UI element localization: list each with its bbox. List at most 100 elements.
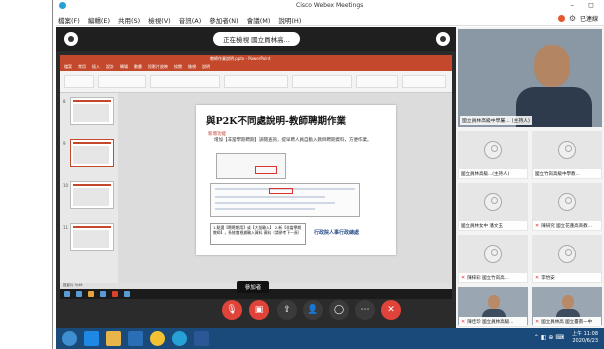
- app-icon[interactable]: [128, 331, 143, 346]
- clock-date: 2020/6/23: [572, 338, 598, 344]
- participant-name: 國立竹崗高級中學教...: [535, 171, 580, 177]
- speaker-face: [534, 45, 570, 87]
- participant-name: 陳研究 國立花蓮高商教...: [541, 223, 592, 229]
- powerpoint-icon: [112, 291, 118, 297]
- notification-dot-icon[interactable]: [557, 15, 565, 22]
- avatar-icon: [558, 193, 576, 211]
- taskbar-clock[interactable]: 上午 11:08 2020/6/23: [572, 331, 598, 345]
- end-meeting-button[interactable]: ✕: [381, 300, 401, 320]
- meeting-controls: 🎙 ▣ ⇪ 👤 ◯ ⋯ ✕: [167, 298, 407, 324]
- ppt-tab: 投影片放映: [148, 64, 168, 69]
- menu-file[interactable]: 檔案(F): [58, 15, 80, 25]
- mute-button[interactable]: 🎙: [222, 300, 242, 320]
- highlight-box: [269, 188, 293, 194]
- participant-caption: 國立員林高級...(主持人): [459, 169, 527, 178]
- ppt-tab: 轉場: [120, 64, 128, 69]
- slide-thumbnail[interactable]: [70, 97, 114, 125]
- menu-bar: 檔案(F) 編輯(E) 共用(S) 檢視(V) 音訊(A) 參加者(N) 會議(…: [56, 12, 604, 26]
- left-margin: [0, 0, 56, 349]
- ribbon-group: [224, 75, 288, 88]
- participant-tile[interactable]: 國立竹崗高級中學教...: [532, 131, 602, 179]
- menu-share[interactable]: 共用(S): [118, 15, 140, 25]
- slide-thumbnail[interactable]: [70, 181, 114, 209]
- video-button[interactable]: ▣: [249, 300, 269, 320]
- ppt-tab: 校閱: [174, 64, 182, 69]
- participants-tooltip: 參加者: [237, 281, 269, 293]
- ribbon-group: [98, 75, 146, 88]
- ppt-tab: 設計: [106, 64, 114, 69]
- menu-help[interactable]: 說明(H): [278, 15, 301, 25]
- slide-thumbnail[interactable]: [70, 223, 114, 251]
- windows-start-icon[interactable]: [62, 331, 77, 346]
- layout-icon[interactable]: [436, 32, 450, 46]
- ppt-tab: 常用: [78, 64, 86, 69]
- more-icon: ⋯: [360, 305, 370, 315]
- menu-meeting[interactable]: 會議(M): [247, 15, 271, 25]
- menu-participants[interactable]: 參加者(N): [209, 15, 238, 25]
- participant-name: 國立員林女中 潘文玉: [461, 223, 503, 229]
- menu-audio[interactable]: 音訊(A): [179, 15, 202, 25]
- participant-caption: ✕ 陳佳珍 國立員林高級...: [459, 317, 527, 326]
- system-tray-icons[interactable]: ⌃ ◧ ⊕ ⌨: [534, 334, 564, 341]
- participant-caption: 國立竹崗高級中學教...: [533, 169, 601, 178]
- ppt-ribbon: [60, 71, 452, 93]
- mic-muted-icon: ✕: [535, 222, 540, 229]
- ribbon-group: [150, 75, 220, 88]
- participants-button[interactable]: 👤: [303, 300, 323, 320]
- gear-icon[interactable]: ⚙: [569, 14, 576, 23]
- participant-caption: ✕ 陳梓彩 國立竹崗高...: [459, 273, 527, 282]
- webex-logo-icon: [59, 2, 66, 9]
- menu-edit[interactable]: 編輯(E): [88, 15, 110, 25]
- participant-tile[interactable]: ✕ 陳研究 國立花蓮高商教...: [532, 183, 602, 231]
- table-row: [215, 202, 335, 204]
- ie-icon[interactable]: [84, 331, 99, 346]
- avatar-icon: [558, 245, 576, 263]
- ppt-tab: 說明: [202, 64, 210, 69]
- slide-thumbnails: 8 9 10 11: [60, 93, 118, 283]
- participant-name: 陳梓彩 國立竹崗高...: [467, 275, 509, 281]
- more-button[interactable]: ⋯: [355, 300, 375, 320]
- word-icon[interactable]: [194, 331, 209, 346]
- avatar-icon: [484, 245, 502, 263]
- participant-caption: ✕ 陳研究 國立花蓮高商教...: [533, 221, 601, 230]
- slide-screenshot: [216, 153, 286, 179]
- participant-tile[interactable]: ✕ 國立員林高 國立臺南一中: [532, 287, 602, 327]
- avatar-icon: [484, 141, 502, 159]
- participant-caption: ✕ 李怡安: [533, 273, 601, 282]
- participant-tile[interactable]: ✕ 陳佳珍 國立員林高級...: [458, 287, 528, 327]
- share-button[interactable]: ⇪: [277, 300, 297, 320]
- ppt-window-title: 教師作業說明.pptx - PowerPoint: [210, 56, 271, 61]
- thumb-number: 11: [63, 225, 69, 230]
- participant-caption: ✕ 國立員林高 國立臺南一中: [533, 317, 601, 326]
- windows-taskbar: ⌃ ◧ ⊕ ⌨ 上午 11:08 2020/6/23: [56, 328, 604, 349]
- participant-name: 國立員林高 國立臺南一中: [541, 319, 593, 325]
- participant-tile[interactable]: ✕ 李怡安: [532, 235, 602, 283]
- slide-thumbnail-selected[interactable]: [70, 139, 114, 167]
- webex-icon[interactable]: [172, 331, 187, 346]
- mic-muted-icon: ✕: [461, 274, 466, 281]
- search-icon: [76, 291, 82, 297]
- windows-start-icon: [64, 291, 70, 297]
- meeting-info-icon[interactable]: [64, 32, 78, 46]
- chrome-icon[interactable]: [150, 331, 165, 346]
- window-title: Cisco Webex Meetings: [296, 2, 364, 9]
- window-controls[interactable]: – ◻: [570, 1, 600, 9]
- thumb-number: 8: [63, 99, 66, 104]
- slide-bullet-detail: 增加【非當學期聘期】調閱查詢，提早聘人員自動入教師聘期資料，方便作業。: [214, 138, 372, 143]
- chat-button[interactable]: ◯: [329, 300, 349, 320]
- ppt-tab: 動畫: [134, 64, 142, 69]
- sharing-indicator[interactable]: 正在檢視 國立員林高...: [213, 32, 300, 46]
- active-speaker-video[interactable]: 國立員林高級中學屬... (主持人): [458, 29, 602, 127]
- edge-icon: [100, 291, 106, 297]
- slide-title: 與P2K不同處說明-教師聘期作業: [206, 116, 346, 127]
- participant-tile[interactable]: 國立員林高級...(主持人): [458, 131, 528, 179]
- file-explorer-icon[interactable]: [106, 331, 121, 346]
- speaker-caption: 國立員林高級中學屬... (主持人): [460, 116, 532, 125]
- ribbon-group: [292, 75, 352, 88]
- highlight-box: [255, 166, 277, 174]
- clock-time: 上午 11:08: [572, 331, 598, 337]
- participant-tile[interactable]: ✕ 陳梓彩 國立竹崗高...: [458, 235, 528, 283]
- webex-window: Cisco Webex Meetings – ◻ 檔案(F) 編輯(E) 共用(…: [56, 0, 604, 328]
- participant-tile[interactable]: 國立員林女中 潘文玉: [458, 183, 528, 231]
- menu-view[interactable]: 檢視(V): [148, 15, 171, 25]
